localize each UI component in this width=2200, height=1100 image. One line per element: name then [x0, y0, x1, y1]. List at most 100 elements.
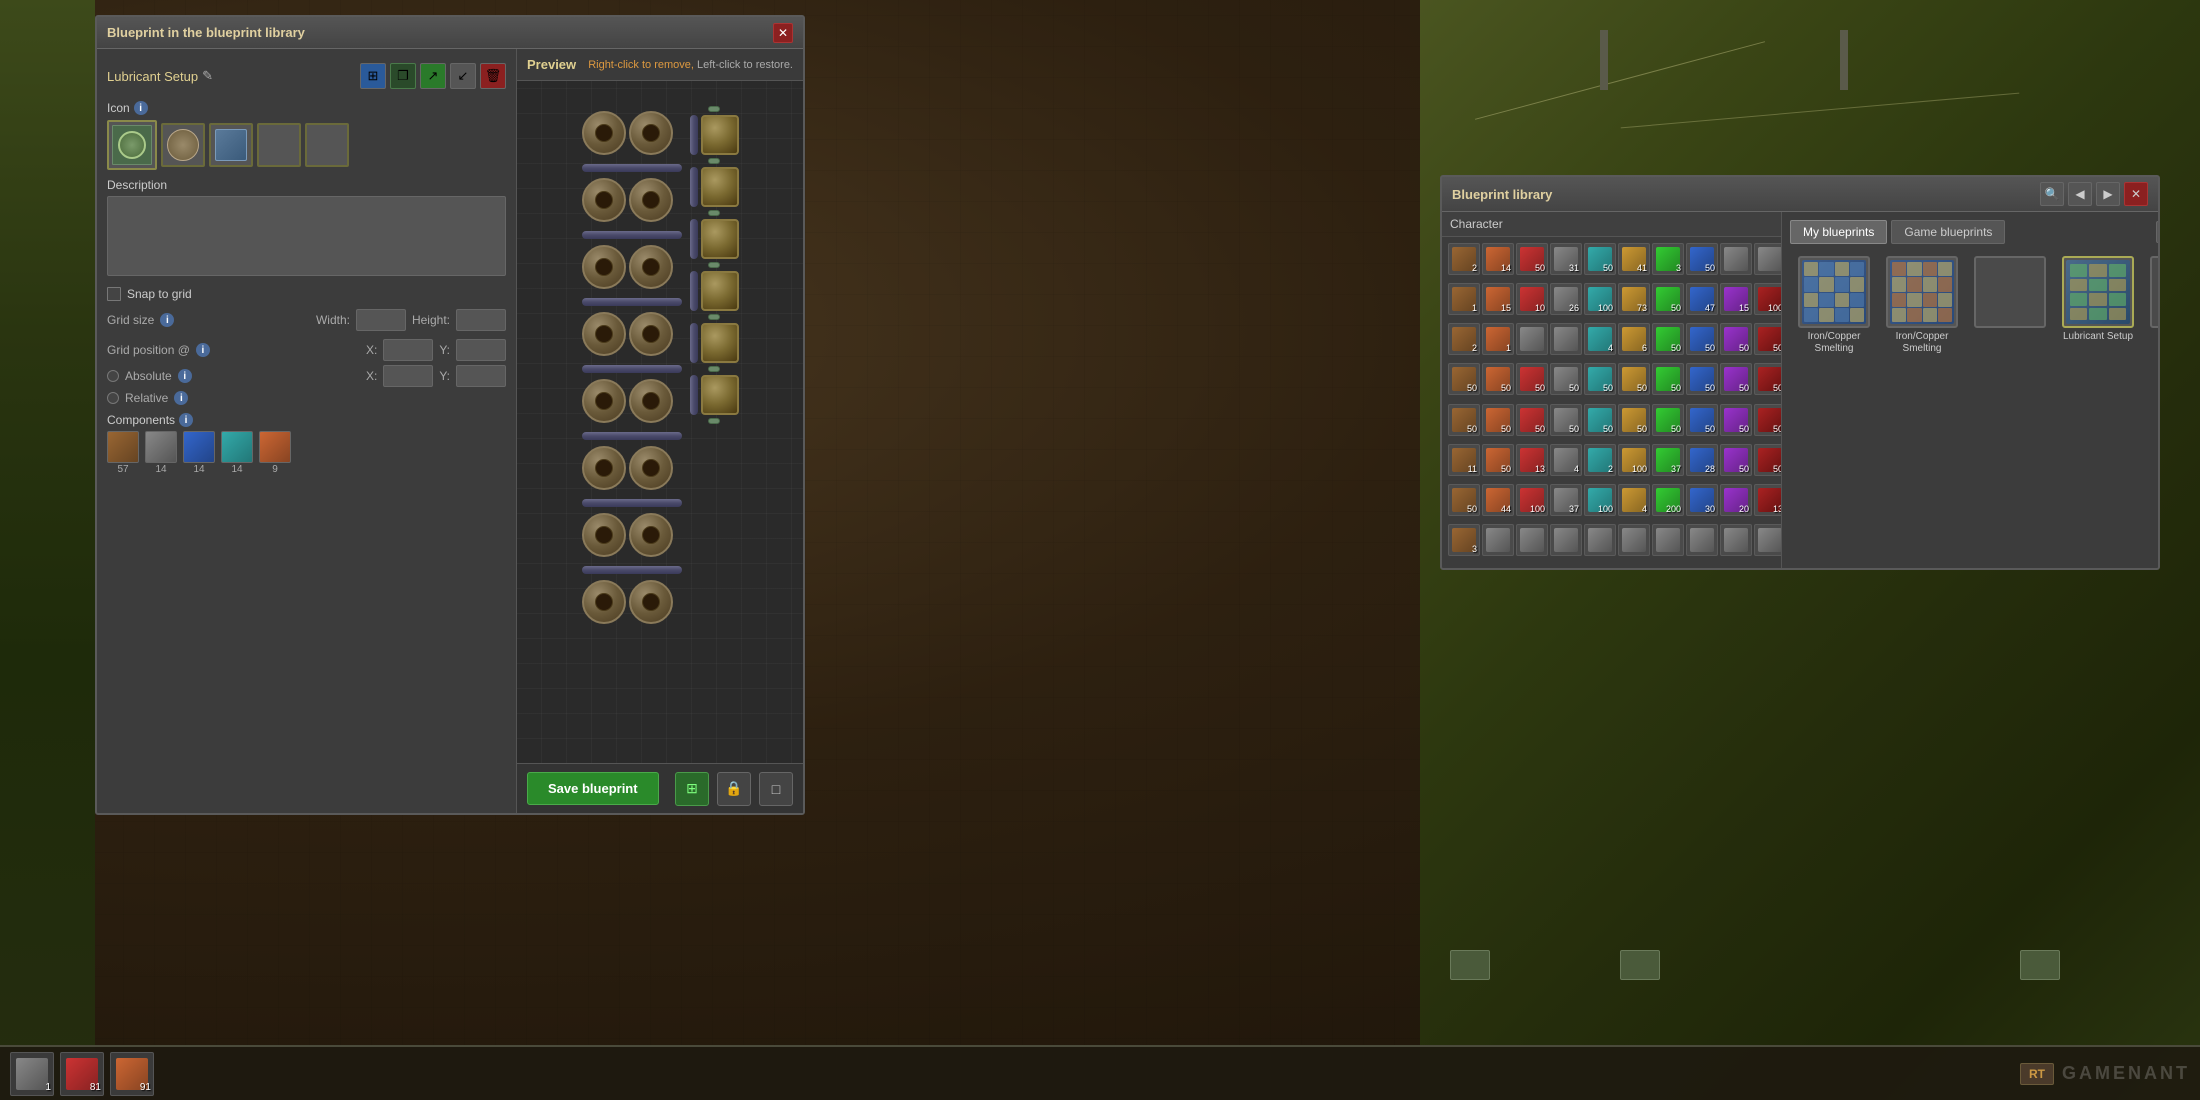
blueprint-item-1[interactable]: Iron/Copper Smelting	[1794, 256, 1874, 355]
inv-slot-39[interactable]: 50	[1720, 363, 1752, 395]
inv-slot-79[interactable]	[1720, 524, 1752, 556]
inv-slot-20[interactable]: 100	[1754, 283, 1781, 315]
grid-height-input[interactable]	[456, 309, 506, 331]
inv-slot-9[interactable]	[1720, 243, 1752, 275]
edit-icon[interactable]: ✎	[202, 68, 213, 84]
absolute-radio[interactable]	[107, 370, 119, 382]
taskbar-slot-3[interactable]: 91	[110, 1052, 154, 1096]
inv-slot-80[interactable]	[1754, 524, 1781, 556]
blueprint-editor-close-button[interactable]: ✕	[773, 23, 793, 43]
inv-slot-11[interactable]: 1	[1448, 283, 1480, 315]
inv-slot-1[interactable]: 2	[1448, 243, 1480, 275]
inv-slot-18[interactable]: 47	[1686, 283, 1718, 315]
description-input[interactable]	[107, 196, 506, 276]
grid-x-input[interactable]	[383, 339, 433, 361]
inv-slot-30[interactable]: 50	[1754, 323, 1781, 355]
inv-slot-57[interactable]: 37	[1652, 444, 1684, 476]
inv-slot-46[interactable]: 50	[1618, 404, 1650, 436]
icon-slot-4[interactable]	[257, 123, 301, 167]
inv-slot-47[interactable]: 50	[1652, 404, 1684, 436]
inv-slot-35[interactable]: 50	[1584, 363, 1616, 395]
inv-slot-52[interactable]: 50	[1482, 444, 1514, 476]
grid-y-input[interactable]	[456, 339, 506, 361]
inv-slot-22[interactable]: 1	[1482, 323, 1514, 355]
inv-slot-25[interactable]: 4	[1584, 323, 1616, 355]
inv-slot-27[interactable]: 50	[1652, 323, 1684, 355]
inv-slot-31[interactable]: 50	[1448, 363, 1480, 395]
inv-slot-5[interactable]: 50	[1584, 243, 1616, 275]
grid-width-input[interactable]	[356, 309, 406, 331]
inv-slot-16[interactable]: 73	[1618, 283, 1650, 315]
relative-radio[interactable]	[107, 392, 119, 404]
inv-slot-23[interactable]	[1516, 323, 1548, 355]
inv-slot-60[interactable]: 50	[1754, 444, 1781, 476]
snap-to-grid-checkbox[interactable]	[107, 287, 121, 301]
snap-icon-button[interactable]: ⊞	[675, 772, 709, 806]
inv-slot-65[interactable]: 100	[1584, 484, 1616, 516]
inv-slot-4[interactable]: 31	[1550, 243, 1582, 275]
inv-slot-7[interactable]: 3	[1652, 243, 1684, 275]
inv-slot-40[interactable]: 50	[1754, 363, 1781, 395]
inv-slot-67[interactable]: 200	[1652, 484, 1684, 516]
blueprint-import-button[interactable]: ↙	[450, 63, 476, 89]
absolute-x-input[interactable]	[383, 365, 433, 387]
inv-slot-37[interactable]: 50	[1652, 363, 1684, 395]
inv-slot-48[interactable]: 50	[1686, 404, 1718, 436]
blueprint-item-3[interactable]	[1970, 256, 2050, 355]
inv-slot-61[interactable]: 50	[1448, 484, 1480, 516]
save-blueprint-button[interactable]: Save blueprint	[527, 772, 659, 805]
inv-slot-34[interactable]: 50	[1550, 363, 1582, 395]
inv-slot-6[interactable]: 41	[1618, 243, 1650, 275]
blueprint-item-4[interactable]: Lubricant Setup	[2058, 256, 2138, 355]
icon-slot-primary[interactable]	[107, 120, 157, 170]
inv-slot-59[interactable]: 50	[1720, 444, 1752, 476]
inv-slot-70[interactable]: 13	[1754, 484, 1781, 516]
inv-slot-43[interactable]: 50	[1516, 404, 1548, 436]
inv-slot-72[interactable]	[1482, 524, 1514, 556]
inv-slot-49[interactable]: 50	[1720, 404, 1752, 436]
inv-slot-19[interactable]: 15	[1720, 283, 1752, 315]
inv-slot-56[interactable]: 100	[1618, 444, 1650, 476]
inv-slot-45[interactable]: 50	[1584, 404, 1616, 436]
my-blueprints-tab[interactable]: My blueprints	[1790, 220, 1887, 244]
inv-slot-13[interactable]: 10	[1516, 283, 1548, 315]
inv-slot-17[interactable]: 50	[1652, 283, 1684, 315]
inv-slot-3[interactable]: 50	[1516, 243, 1548, 275]
blueprint-grid-button[interactable]: ⊞	[360, 63, 386, 89]
game-blueprints-tab[interactable]: Game blueprints	[1891, 220, 2005, 244]
inv-slot-55[interactable]: 2	[1584, 444, 1616, 476]
absolute-y-input[interactable]	[456, 365, 506, 387]
inv-slot-8[interactable]: 50	[1686, 243, 1718, 275]
inv-slot-24[interactable]	[1550, 323, 1582, 355]
inv-slot-32[interactable]: 50	[1482, 363, 1514, 395]
inv-slot-54[interactable]: 4	[1550, 444, 1582, 476]
inv-slot-36[interactable]: 50	[1618, 363, 1650, 395]
inv-slot-73[interactable]	[1516, 524, 1548, 556]
inv-slot-21[interactable]: 2	[1448, 323, 1480, 355]
blueprint-item-5[interactable]	[2146, 256, 2158, 355]
inv-slot-33[interactable]: 50	[1516, 363, 1548, 395]
inv-slot-75[interactable]	[1584, 524, 1616, 556]
icon-slot-3[interactable]	[209, 123, 253, 167]
blueprint-copy-button[interactable]: ❐	[390, 63, 416, 89]
inv-slot-78[interactable]	[1686, 524, 1718, 556]
inv-slot-76[interactable]	[1618, 524, 1650, 556]
inv-slot-68[interactable]: 30	[1686, 484, 1718, 516]
inv-slot-63[interactable]: 100	[1516, 484, 1548, 516]
library-close-button[interactable]: ✕	[2124, 182, 2148, 206]
blueprint-delete-button[interactable]: 🗑	[480, 63, 506, 89]
inv-slot-38[interactable]: 50	[1686, 363, 1718, 395]
inv-slot-12[interactable]: 15	[1482, 283, 1514, 315]
blueprint-export-button[interactable]: ↗	[420, 63, 446, 89]
taskbar-slot-1[interactable]: 1	[10, 1052, 54, 1096]
inv-slot-64[interactable]: 37	[1550, 484, 1582, 516]
library-search-button[interactable]: 🔍	[2040, 182, 2064, 206]
inv-slot-58[interactable]: 28	[1686, 444, 1718, 476]
inv-slot-42[interactable]: 50	[1482, 404, 1514, 436]
inv-slot-53[interactable]: 13	[1516, 444, 1548, 476]
library-next-button[interactable]: ▶	[2096, 182, 2120, 206]
inv-slot-74[interactable]	[1550, 524, 1582, 556]
inv-slot-26[interactable]: 6	[1618, 323, 1650, 355]
export-icon-button[interactable]: □	[759, 772, 793, 806]
lock-icon-button[interactable]: 🔒	[717, 772, 751, 806]
